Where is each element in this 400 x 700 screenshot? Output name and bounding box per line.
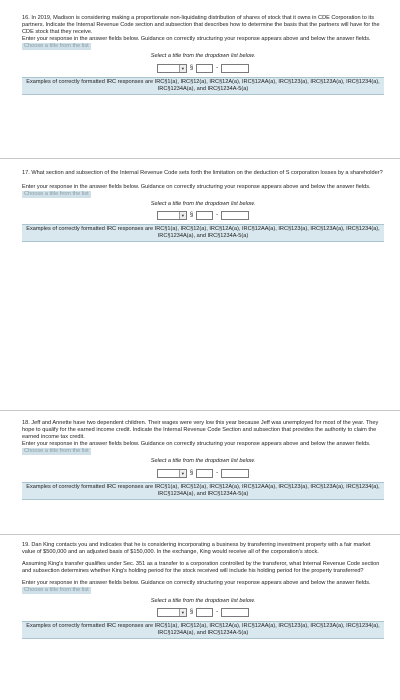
question-text: 17. What section and subsection of the I… bbox=[22, 170, 383, 176]
answer-row: ▼ § - bbox=[22, 607, 384, 617]
section-symbol: § bbox=[189, 608, 194, 615]
question-19: 19. Dan King contacts you and indicates … bbox=[22, 542, 384, 639]
dropdown-instruction: Select a title from the dropdown list be… bbox=[150, 597, 256, 604]
title-select-bar[interactable]: Choose a title from the list bbox=[22, 43, 91, 51]
question-18: 18. Jeff and Annette have two dependent … bbox=[22, 420, 384, 500]
section-symbol: § bbox=[189, 212, 194, 219]
question-text: 18. Jeff and Annette have two dependent … bbox=[22, 420, 379, 441]
question-extra-text: Assuming King's transfer qualifies under… bbox=[22, 561, 380, 575]
separator: - bbox=[216, 469, 219, 476]
question-text: 16. In 2019, Madison is considering maki… bbox=[22, 15, 380, 36]
answer-instructions: Enter your response in the answer fields… bbox=[22, 184, 371, 191]
section-symbol: § bbox=[189, 469, 194, 476]
divider bbox=[0, 410, 400, 411]
title-dropdown[interactable]: ▼ bbox=[156, 607, 187, 617]
section-input[interactable] bbox=[196, 468, 214, 478]
answer-instructions: Enter your response in the answer fields… bbox=[22, 580, 371, 587]
answer-row: ▼ § - bbox=[22, 211, 384, 221]
dropdown-instruction: Select a title from the dropdown list be… bbox=[150, 53, 256, 60]
section-input[interactable] bbox=[196, 211, 214, 221]
format-examples: Examples of correctly formatted IRC resp… bbox=[22, 481, 384, 500]
title-select-bar[interactable]: Choose a title from the list bbox=[22, 448, 91, 456]
answer-row: ▼ § - bbox=[22, 468, 384, 478]
title-dropdown[interactable]: ▼ bbox=[156, 211, 187, 221]
divider bbox=[0, 158, 400, 159]
separator: - bbox=[216, 212, 219, 219]
subsection-input[interactable] bbox=[221, 63, 250, 73]
question-text: 19. Dan King contacts you and indicates … bbox=[22, 542, 371, 556]
format-examples: Examples of correctly formatted IRC resp… bbox=[22, 620, 384, 639]
answer-row: ▼ § - bbox=[22, 63, 384, 73]
section-symbol: § bbox=[189, 64, 194, 71]
dropdown-instruction: Select a title from the dropdown list be… bbox=[150, 458, 256, 465]
answer-instructions: Enter your response in the answer fields… bbox=[22, 36, 371, 43]
section-input[interactable] bbox=[196, 63, 214, 73]
subsection-input[interactable] bbox=[221, 468, 250, 478]
title-select-bar[interactable]: Choose a title from the list bbox=[22, 587, 91, 595]
section-input[interactable] bbox=[196, 607, 214, 617]
chevron-down-icon[interactable]: ▼ bbox=[178, 64, 186, 72]
title-select-bar[interactable]: Choose a title from the list bbox=[22, 191, 91, 199]
question-16: 16. In 2019, Madison is considering maki… bbox=[22, 15, 384, 95]
subsection-input[interactable] bbox=[221, 607, 250, 617]
format-examples: Examples of correctly formatted IRC resp… bbox=[22, 224, 384, 243]
divider bbox=[0, 534, 400, 535]
title-dropdown[interactable]: ▼ bbox=[156, 63, 187, 73]
chevron-down-icon[interactable]: ▼ bbox=[178, 608, 186, 616]
dropdown-instruction: Select a title from the dropdown list be… bbox=[150, 201, 256, 208]
question-17: 17. What section and subsection of the I… bbox=[22, 170, 384, 243]
answer-instructions: Enter your response in the answer fields… bbox=[22, 441, 371, 448]
separator: - bbox=[216, 608, 219, 615]
separator: - bbox=[216, 64, 219, 71]
format-examples: Examples of correctly formatted IRC resp… bbox=[22, 76, 384, 95]
title-dropdown[interactable]: ▼ bbox=[156, 468, 187, 478]
subsection-input[interactable] bbox=[221, 211, 250, 221]
chevron-down-icon[interactable]: ▼ bbox=[178, 212, 186, 220]
chevron-down-icon[interactable]: ▼ bbox=[178, 469, 186, 477]
